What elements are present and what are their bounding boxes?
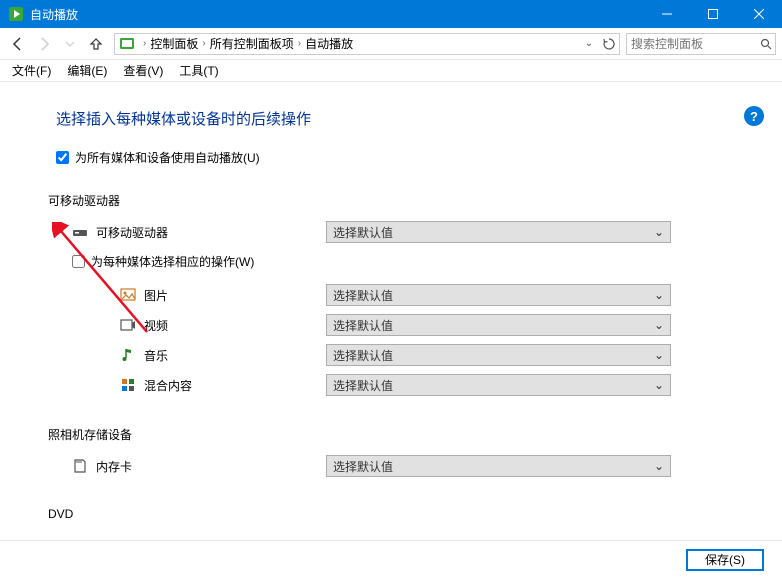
enable-autoplay-label: 为所有媒体和设备使用自动播放(U) — [75, 149, 260, 166]
play-app-icon — [8, 6, 24, 22]
window-title: 自动播放 — [30, 6, 644, 23]
chevron-down-icon: ⌄ — [654, 459, 664, 473]
memory-card-label: 内存卡 — [96, 458, 326, 475]
pictures-icon — [120, 287, 136, 303]
removable-section-title: 可移动驱动器 — [48, 192, 760, 209]
address-bar[interactable]: › 控制面板 › 所有控制面板项 › 自动播放 ⌄ — [114, 33, 620, 55]
camera-section-title: 照相机存储设备 — [48, 426, 760, 443]
breadcrumb-item[interactable]: 控制面板 — [150, 35, 198, 52]
each-media-checkbox[interactable]: 为每种媒体选择相应的操作(W) — [72, 253, 760, 270]
chevron-down-icon: ⌄ — [654, 288, 664, 302]
back-button[interactable] — [6, 32, 30, 56]
chevron-right-icon: › — [202, 38, 205, 49]
removable-drive-select[interactable]: 选择默认值 ⌄ — [326, 221, 671, 243]
search-icon[interactable] — [758, 38, 776, 50]
mixed-icon — [120, 377, 136, 393]
chevron-right-icon: › — [143, 38, 146, 49]
close-button[interactable] — [736, 0, 782, 28]
music-icon — [120, 347, 136, 363]
menu-tools[interactable]: 工具(T) — [171, 60, 226, 81]
minimize-button[interactable] — [644, 0, 690, 28]
enable-autoplay-input[interactable] — [56, 151, 69, 164]
menu-view[interactable]: 查看(V) — [115, 60, 171, 81]
dvd-section-title: DVD — [48, 507, 760, 521]
chevron-right-icon: › — [298, 38, 301, 49]
chevron-down-icon: ⌄ — [654, 378, 664, 392]
memory-card-icon — [72, 458, 88, 474]
forward-button[interactable] — [32, 32, 56, 56]
breadcrumb-item[interactable]: 自动播放 — [305, 35, 353, 52]
menu-edit[interactable]: 编辑(E) — [59, 60, 115, 81]
chevron-down-icon: ⌄ — [654, 318, 664, 332]
enable-autoplay-checkbox[interactable]: 为所有媒体和设备使用自动播放(U) — [56, 149, 760, 166]
music-label: 音乐 — [144, 347, 326, 364]
save-button[interactable]: 保存(S) — [686, 549, 764, 571]
memory-card-select[interactable]: 选择默认值⌄ — [326, 455, 671, 477]
menu-file[interactable]: 文件(F) — [4, 60, 59, 81]
up-button[interactable] — [84, 32, 108, 56]
mixed-select[interactable]: 选择默认值⌄ — [326, 374, 671, 396]
help-button[interactable]: ? — [744, 106, 764, 126]
videos-label: 视频 — [144, 317, 326, 334]
each-media-input[interactable] — [72, 255, 85, 268]
chevron-down-icon: ⌄ — [654, 225, 664, 239]
breadcrumb-item[interactable]: 所有控制面板项 — [210, 35, 294, 52]
drive-icon — [72, 224, 88, 240]
each-media-label: 为每种媒体选择相应的操作(W) — [91, 253, 254, 270]
videos-icon — [120, 317, 136, 333]
maximize-button[interactable] — [690, 0, 736, 28]
music-select[interactable]: 选择默认值⌄ — [326, 344, 671, 366]
pictures-select[interactable]: 选择默认值⌄ — [326, 284, 671, 306]
chevron-down-icon: ⌄ — [654, 348, 664, 362]
search-box[interactable] — [626, 33, 776, 55]
videos-select[interactable]: 选择默认值⌄ — [326, 314, 671, 336]
removable-drive-label: 可移动驱动器 — [96, 224, 326, 241]
address-dropdown[interactable]: ⌄ — [579, 34, 599, 54]
pictures-label: 图片 — [144, 287, 326, 304]
mixed-label: 混合内容 — [144, 377, 326, 394]
control-panel-icon — [119, 36, 135, 52]
search-input[interactable] — [627, 37, 758, 51]
refresh-button[interactable] — [599, 34, 619, 54]
history-dropdown[interactable] — [58, 32, 82, 56]
page-heading: 选择插入每种媒体或设备时的后续操作 — [56, 108, 760, 129]
